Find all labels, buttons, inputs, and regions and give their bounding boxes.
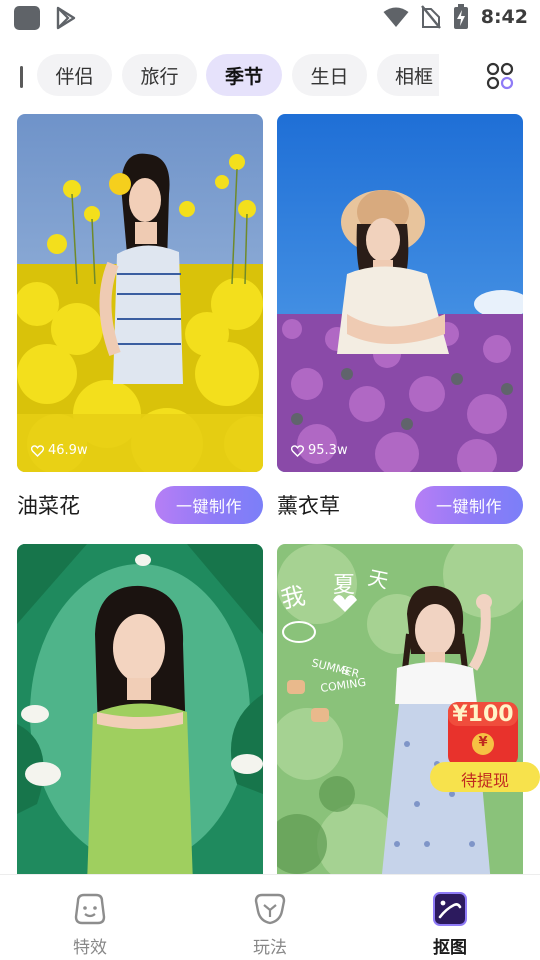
category-tabs: 伴侣 旅行 季节 生日 相框 <box>0 52 540 98</box>
make-now-button[interactable]: 一键制作 <box>415 486 523 524</box>
red-packet-reward[interactable]: ¥100 ¥ 待提现 <box>430 700 540 796</box>
all-categories-grid-icon[interactable] <box>486 62 514 90</box>
bottom-navigation: 特效 玩法 抠图 <box>0 874 540 960</box>
heart-icon <box>291 444 304 457</box>
tab-season[interactable]: 季节 <box>206 54 282 96</box>
red-packet-amount: ¥100 <box>452 702 514 727</box>
cutout-icon <box>433 892 467 926</box>
status-time: 8:42 <box>480 6 528 28</box>
template-image-lavender[interactable]: 95.3w <box>277 114 523 472</box>
red-packet-label: 待提现 <box>460 771 509 790</box>
nav-cutout-label: 抠图 <box>433 938 467 958</box>
nav-play-label: 玩法 <box>253 938 287 958</box>
app-notification-icon <box>14 6 40 30</box>
nav-cutout[interactable]: 抠图 <box>390 875 510 960</box>
tab-partner[interactable]: 伴侣 <box>37 54 112 96</box>
tab-travel[interactable]: 旅行 <box>122 54 197 96</box>
likes-count: 95.3w <box>291 443 348 458</box>
template-image-rapeseed[interactable]: 46.9w <box>17 114 263 472</box>
rapeseed-photo <box>17 114 263 472</box>
status-bar: 8:42 <box>0 0 540 38</box>
tab-scroll-edge <box>20 66 23 88</box>
red-packet-coin: ¥ <box>478 735 488 750</box>
template-card-lavender[interactable]: 95.3w 薰衣草 一键制作 <box>277 114 523 524</box>
wifi-icon <box>383 7 409 27</box>
heart-icon <box>31 444 44 457</box>
tab-frame[interactable]: 相框 <box>377 54 439 96</box>
doodle-text: 夏 <box>333 573 355 598</box>
card-title: 油菜花 <box>17 494 80 518</box>
template-image-tropical[interactable] <box>17 544 263 884</box>
tab-birthday[interactable]: 生日 <box>292 54 367 96</box>
doodle-text: & <box>341 664 350 677</box>
no-sim-icon <box>420 5 441 29</box>
likes-count: 46.9w <box>31 443 88 458</box>
likes-value: 95.3w <box>308 443 348 458</box>
battery-charging-icon <box>453 4 468 29</box>
play-store-icon <box>56 6 76 30</box>
template-card-rapeseed[interactable]: 46.9w 油菜花 一键制作 <box>17 114 263 524</box>
make-now-button[interactable]: 一键制作 <box>155 486 263 524</box>
nav-effects-label: 特效 <box>73 938 107 958</box>
cup-icon <box>254 893 286 925</box>
nav-play[interactable]: 玩法 <box>210 875 330 960</box>
nav-effects[interactable]: 特效 <box>30 875 150 960</box>
likes-value: 46.9w <box>48 443 88 458</box>
tropical-photo <box>17 544 263 884</box>
template-card-tropical[interactable] <box>17 544 263 884</box>
face-icon <box>74 893 106 925</box>
card-title: 薰衣草 <box>277 494 340 518</box>
lavender-photo <box>277 114 523 472</box>
